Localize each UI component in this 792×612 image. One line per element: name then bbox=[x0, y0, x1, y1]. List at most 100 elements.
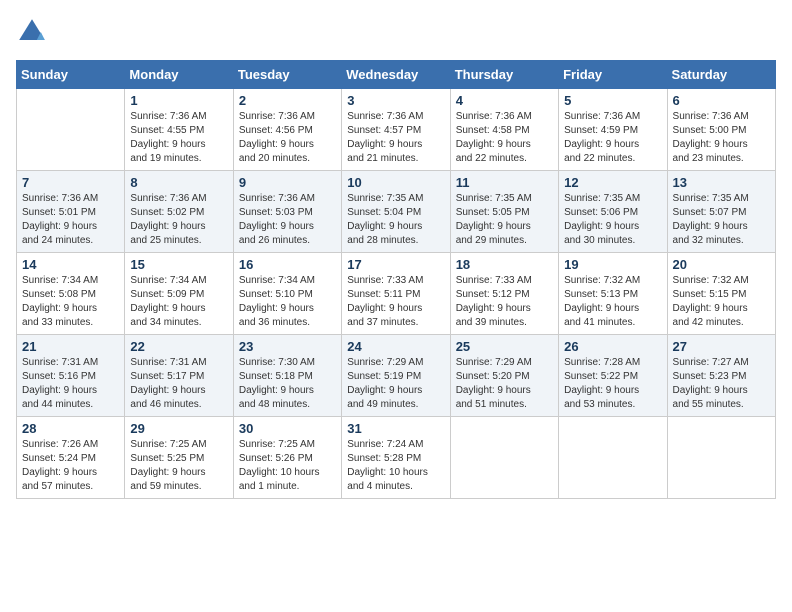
day-info: Sunrise: 7:36 AM Sunset: 5:02 PM Dayligh… bbox=[130, 192, 227, 248]
week-row: 28 Sunrise: 7:26 AM Sunset: 5:24 PM Dayli… bbox=[17, 417, 776, 499]
calendar-cell: 16 Sunrise: 7:34 AM Sunset: 5:10 PM Dayli… bbox=[233, 253, 341, 335]
calendar-cell: 19 Sunrise: 7:32 AM Sunset: 5:13 PM Dayli… bbox=[559, 253, 667, 335]
day-number: 12 bbox=[564, 175, 661, 190]
calendar-cell: 13Sunrise: 7:35 AM Sunset: 5:07 PM Dayli… bbox=[667, 171, 775, 253]
day-header-wednesday: Wednesday bbox=[342, 61, 450, 89]
day-number: 7 bbox=[22, 175, 119, 190]
day-info: Sunrise: 7:36 AM Sunset: 4:58 PM Dayligh… bbox=[456, 110, 553, 166]
day-info: Sunrise: 7:33 AM Sunset: 5:12 PM Dayligh… bbox=[456, 274, 553, 330]
logo-icon bbox=[16, 16, 48, 48]
calendar-cell: 5 Sunrise: 7:36 AM Sunset: 4:59 PM Daylig… bbox=[559, 89, 667, 171]
day-number: 11 bbox=[456, 175, 553, 190]
day-info: Sunrise: 7:36 AM Sunset: 4:59 PM Dayligh… bbox=[564, 110, 661, 166]
day-number: 30 bbox=[239, 421, 336, 436]
day-header-saturday: Saturday bbox=[667, 61, 775, 89]
day-info: Sunrise: 7:29 AM Sunset: 5:20 PM Dayligh… bbox=[456, 356, 553, 412]
calendar-cell: 1 Sunrise: 7:36 AM Sunset: 4:55 PM Daylig… bbox=[125, 89, 233, 171]
day-info: Sunrise: 7:34 AM Sunset: 5:08 PM Dayligh… bbox=[22, 274, 119, 330]
day-number: 18 bbox=[456, 257, 553, 272]
day-number: 21 bbox=[22, 339, 119, 354]
day-info: Sunrise: 7:26 AM Sunset: 5:24 PM Dayligh… bbox=[22, 438, 119, 494]
day-number: 27 bbox=[673, 339, 770, 354]
calendar-cell: 21 Sunrise: 7:31 AM Sunset: 5:16 PM Dayli… bbox=[17, 335, 125, 417]
day-number: 14 bbox=[22, 257, 119, 272]
calendar-cell: 25 Sunrise: 7:29 AM Sunset: 5:20 PM Dayli… bbox=[450, 335, 558, 417]
day-number: 8 bbox=[130, 175, 227, 190]
day-info: Sunrise: 7:25 AM Sunset: 5:26 PM Dayligh… bbox=[239, 438, 336, 494]
day-number: 28 bbox=[22, 421, 119, 436]
day-number: 15 bbox=[130, 257, 227, 272]
calendar-cell: 12 Sunrise: 7:35 AM Sunset: 5:06 PM Dayli… bbox=[559, 171, 667, 253]
calendar-cell: 20 Sunrise: 7:32 AM Sunset: 5:15 PM Dayli… bbox=[667, 253, 775, 335]
day-header-friday: Friday bbox=[559, 61, 667, 89]
day-number: 3 bbox=[347, 93, 444, 108]
day-info: Sunrise: 7:36 AM Sunset: 5:00 PM Dayligh… bbox=[673, 110, 770, 166]
day-info: Sunrise: 7:36 AM Sunset: 4:57 PM Dayligh… bbox=[347, 110, 444, 166]
day-info: Sunrise: 7:34 AM Sunset: 5:09 PM Dayligh… bbox=[130, 274, 227, 330]
calendar-cell: 30 Sunrise: 7:25 AM Sunset: 5:26 PM Dayli… bbox=[233, 417, 341, 499]
week-row: 1 Sunrise: 7:36 AM Sunset: 4:55 PM Daylig… bbox=[17, 89, 776, 171]
day-number: 26 bbox=[564, 339, 661, 354]
calendar-cell: 7 Sunrise: 7:36 AM Sunset: 5:01 PM Daylig… bbox=[17, 171, 125, 253]
day-info: Sunrise: 7:25 AM Sunset: 5:25 PM Dayligh… bbox=[130, 438, 227, 494]
calendar-cell: 10 Sunrise: 7:35 AM Sunset: 5:04 PM Dayli… bbox=[342, 171, 450, 253]
day-info: Sunrise: 7:35 AM Sunset: 5:04 PM Dayligh… bbox=[347, 192, 444, 248]
logo bbox=[16, 16, 52, 48]
calendar-cell: 9Sunrise: 7:36 AM Sunset: 5:03 PM Daylig… bbox=[233, 171, 341, 253]
day-number: 13 bbox=[673, 175, 770, 190]
day-info: Sunrise: 7:33 AM Sunset: 5:11 PM Dayligh… bbox=[347, 274, 444, 330]
day-info: Sunrise: 7:30 AM Sunset: 5:18 PM Dayligh… bbox=[239, 356, 336, 412]
day-info: Sunrise: 7:36 AM Sunset: 5:01 PM Dayligh… bbox=[22, 192, 119, 248]
day-info: Sunrise: 7:31 AM Sunset: 5:17 PM Dayligh… bbox=[130, 356, 227, 412]
day-number: 4 bbox=[456, 93, 553, 108]
day-info: Sunrise: 7:29 AM Sunset: 5:19 PM Dayligh… bbox=[347, 356, 444, 412]
day-info: Sunrise: 7:36 AM Sunset: 4:55 PM Dayligh… bbox=[130, 110, 227, 166]
calendar-cell: 2 Sunrise: 7:36 AM Sunset: 4:56 PM Daylig… bbox=[233, 89, 341, 171]
day-number: 2 bbox=[239, 93, 336, 108]
calendar-cell bbox=[450, 417, 558, 499]
calendar-cell: 14 Sunrise: 7:34 AM Sunset: 5:08 PM Dayli… bbox=[17, 253, 125, 335]
calendar-cell: 23 Sunrise: 7:30 AM Sunset: 5:18 PM Dayli… bbox=[233, 335, 341, 417]
calendar-cell: 11 Sunrise: 7:35 AM Sunset: 5:05 PM Dayli… bbox=[450, 171, 558, 253]
day-number: 1 bbox=[130, 93, 227, 108]
day-info: Sunrise: 7:36 AM Sunset: 4:56 PM Dayligh… bbox=[239, 110, 336, 166]
calendar-body: 1 Sunrise: 7:36 AM Sunset: 4:55 PM Daylig… bbox=[17, 89, 776, 499]
calendar-cell bbox=[17, 89, 125, 171]
calendar-table: SundayMondayTuesdayWednesdayThursdayFrid… bbox=[16, 60, 776, 499]
calendar-cell: 24Sunrise: 7:29 AM Sunset: 5:19 PM Dayli… bbox=[342, 335, 450, 417]
day-info: Sunrise: 7:27 AM Sunset: 5:23 PM Dayligh… bbox=[673, 356, 770, 412]
day-number: 9 bbox=[239, 175, 336, 190]
calendar-cell: 26 Sunrise: 7:28 AM Sunset: 5:22 PM Dayli… bbox=[559, 335, 667, 417]
day-number: 5 bbox=[564, 93, 661, 108]
day-number: 31 bbox=[347, 421, 444, 436]
day-number: 16 bbox=[239, 257, 336, 272]
calendar-cell: 3 Sunrise: 7:36 AM Sunset: 4:57 PM Daylig… bbox=[342, 89, 450, 171]
day-number: 29 bbox=[130, 421, 227, 436]
day-number: 25 bbox=[456, 339, 553, 354]
day-number: 22 bbox=[130, 339, 227, 354]
day-info: Sunrise: 7:28 AM Sunset: 5:22 PM Dayligh… bbox=[564, 356, 661, 412]
day-info: Sunrise: 7:32 AM Sunset: 5:13 PM Dayligh… bbox=[564, 274, 661, 330]
day-info: Sunrise: 7:24 AM Sunset: 5:28 PM Dayligh… bbox=[347, 438, 444, 494]
week-row: 7 Sunrise: 7:36 AM Sunset: 5:01 PM Daylig… bbox=[17, 171, 776, 253]
calendar-cell: 8 Sunrise: 7:36 AM Sunset: 5:02 PM Daylig… bbox=[125, 171, 233, 253]
calendar-cell: 27 Sunrise: 7:27 AM Sunset: 5:23 PM Dayli… bbox=[667, 335, 775, 417]
calendar-cell bbox=[559, 417, 667, 499]
day-number: 19 bbox=[564, 257, 661, 272]
day-info: Sunrise: 7:35 AM Sunset: 5:05 PM Dayligh… bbox=[456, 192, 553, 248]
day-info: Sunrise: 7:31 AM Sunset: 5:16 PM Dayligh… bbox=[22, 356, 119, 412]
calendar-cell: 28 Sunrise: 7:26 AM Sunset: 5:24 PM Dayli… bbox=[17, 417, 125, 499]
day-info: Sunrise: 7:35 AM Sunset: 5:06 PM Dayligh… bbox=[564, 192, 661, 248]
day-info: Sunrise: 7:32 AM Sunset: 5:15 PM Dayligh… bbox=[673, 274, 770, 330]
calendar-header-row: SundayMondayTuesdayWednesdayThursdayFrid… bbox=[17, 61, 776, 89]
calendar-cell: 4 Sunrise: 7:36 AM Sunset: 4:58 PM Daylig… bbox=[450, 89, 558, 171]
day-number: 23 bbox=[239, 339, 336, 354]
calendar-cell: 22 Sunrise: 7:31 AM Sunset: 5:17 PM Dayli… bbox=[125, 335, 233, 417]
calendar-cell: 6Sunrise: 7:36 AM Sunset: 5:00 PM Daylig… bbox=[667, 89, 775, 171]
day-number: 10 bbox=[347, 175, 444, 190]
day-number: 20 bbox=[673, 257, 770, 272]
week-row: 21 Sunrise: 7:31 AM Sunset: 5:16 PM Dayli… bbox=[17, 335, 776, 417]
calendar-cell bbox=[667, 417, 775, 499]
day-number: 17 bbox=[347, 257, 444, 272]
day-info: Sunrise: 7:34 AM Sunset: 5:10 PM Dayligh… bbox=[239, 274, 336, 330]
